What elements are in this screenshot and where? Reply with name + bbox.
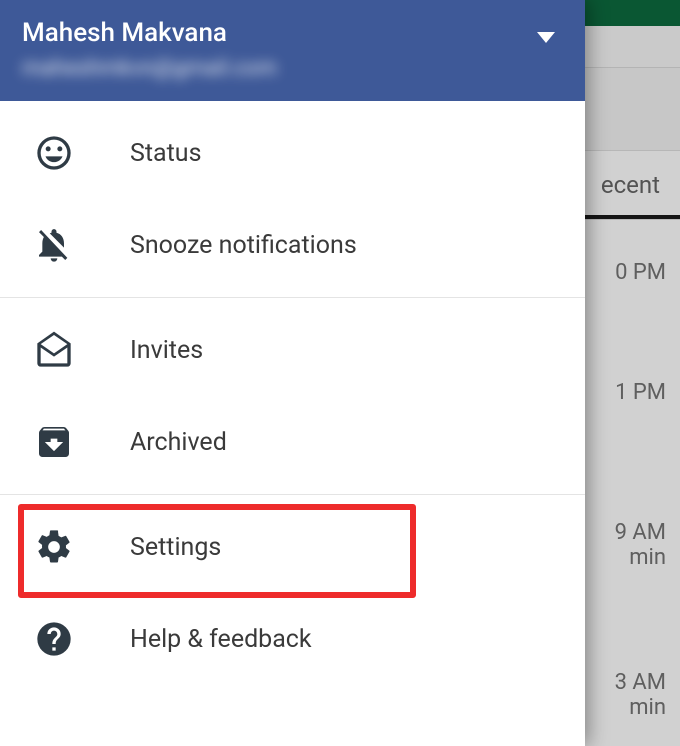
menu-item-invites[interactable]: Invites	[0, 304, 585, 396]
menu-item-label: Help & feedback	[130, 625, 312, 654]
menu-item-archived[interactable]: Archived	[0, 396, 585, 488]
account-name: Mahesh Makvana	[22, 18, 563, 48]
menu-group-presence: Status Snooze notifications	[0, 101, 585, 298]
bell-off-icon	[32, 223, 76, 267]
smiley-icon	[32, 131, 76, 175]
navigation-drawer: Mahesh Makvana maheshmkvn@gmail.com Stat…	[0, 0, 585, 746]
menu-item-label: Snooze notifications	[130, 231, 357, 260]
help-icon	[32, 617, 76, 661]
menu-item-label: Archived	[130, 428, 227, 457]
archive-icon	[32, 420, 76, 464]
menu-group-system: Settings Help & feedback	[0, 495, 585, 691]
envelope-open-icon	[32, 328, 76, 372]
account-email: maheshmkvn@gmail.com	[22, 56, 563, 81]
menu-item-help[interactable]: Help & feedback	[0, 593, 585, 685]
menu-group-content: Invites Archived	[0, 298, 585, 495]
menu-item-label: Settings	[130, 533, 221, 562]
gear-icon	[32, 525, 76, 569]
menu-item-snooze[interactable]: Snooze notifications	[0, 199, 585, 291]
menu-item-status[interactable]: Status	[0, 107, 585, 199]
drawer-header[interactable]: Mahesh Makvana maheshmkvn@gmail.com	[0, 0, 585, 101]
menu-item-settings[interactable]: Settings	[0, 501, 585, 593]
menu-item-label: Invites	[130, 336, 203, 365]
menu-item-label: Status	[130, 139, 201, 168]
account-dropdown-icon[interactable]	[537, 32, 555, 43]
